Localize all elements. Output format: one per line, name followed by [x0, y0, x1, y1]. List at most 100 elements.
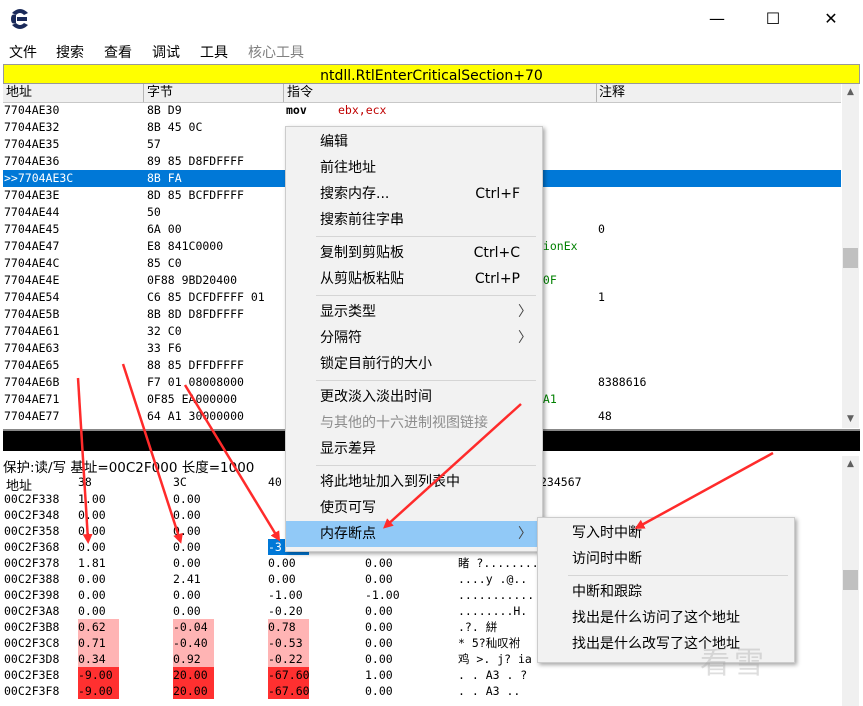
hex-value[interactable]: 2.41: [173, 571, 214, 587]
disasm-bytes: C6 85 DCFDFFFF 01: [147, 290, 265, 304]
disasm-address: 7704AE54: [4, 290, 60, 304]
maximize-button[interactable]: ☐: [750, 0, 796, 38]
menu-item[interactable]: 复制到剪贴板 Ctrl+C: [286, 240, 542, 266]
hex-value[interactable]: 0.00: [78, 571, 119, 587]
hex-value[interactable]: 1.00: [78, 491, 119, 507]
hex-value[interactable]: 0.92: [173, 651, 214, 667]
hex-value[interactable]: 0.00: [365, 651, 406, 667]
column-separator[interactable]: [596, 84, 597, 102]
minimize-button[interactable]: —: [694, 0, 740, 38]
hex-value[interactable]: -1.00: [268, 587, 309, 603]
hex-value[interactable]: 0.00: [268, 555, 309, 571]
column-header-bytes[interactable]: 字节: [147, 84, 173, 102]
hex-address: 00C2F3C8: [4, 636, 60, 650]
hex-value[interactable]: 0.00: [268, 571, 309, 587]
hex-value[interactable]: 0.00: [365, 635, 406, 651]
column-header-comment[interactable]: 注释: [599, 84, 625, 102]
hex-value[interactable]: -67.60: [268, 667, 310, 683]
menu-item[interactable]: 使页可写: [286, 495, 542, 521]
menu-tools[interactable]: 工具: [200, 42, 228, 62]
disasm-opcode: mov: [286, 103, 307, 117]
column-separator[interactable]: [143, 84, 144, 102]
hex-value[interactable]: 0.00: [173, 539, 214, 555]
menu-item[interactable]: 搜索前往字串: [286, 207, 542, 233]
hex-value[interactable]: 0.71: [78, 635, 119, 651]
hex-value[interactable]: -0.20: [268, 603, 309, 619]
hex-row[interactable]: 00C2F3F8 -9.00 20.00 -67.60 0.00 . . A3 ..: [3, 683, 841, 699]
menu-item[interactable]: 将此地址加入到列表中: [286, 469, 542, 495]
hex-value[interactable]: 0.00: [78, 539, 119, 555]
menu-item[interactable]: 中断和跟踪: [538, 579, 794, 605]
menu-item[interactable]: 访问时中断: [538, 546, 794, 572]
hex-value[interactable]: 0.00: [173, 507, 214, 523]
hex-value[interactable]: -9.00: [78, 667, 119, 683]
hex-value[interactable]: -67.60: [268, 683, 310, 699]
hex-value[interactable]: -1.00: [365, 587, 406, 603]
hex-value[interactable]: 1.00: [365, 667, 406, 683]
hex-value[interactable]: -0.22: [268, 651, 309, 667]
menu-core-tools[interactable]: 核心工具: [248, 42, 304, 62]
hex-value[interactable]: 0.00: [365, 555, 406, 571]
hex-value[interactable]: 0.00: [78, 507, 119, 523]
hexview-scrollbar[interactable]: ▲: [842, 456, 859, 706]
scroll-down-arrow-icon[interactable]: ▼: [842, 411, 859, 428]
hex-value[interactable]: -9.00: [78, 683, 119, 699]
hex-value[interactable]: 0.00: [173, 523, 214, 539]
hex-value[interactable]: 0.00: [365, 571, 406, 587]
column-header-address[interactable]: 地址: [6, 84, 32, 102]
hex-value[interactable]: -0.04: [173, 619, 214, 635]
hex-value[interactable]: 0.00: [173, 587, 214, 603]
hex-value[interactable]: -0.53: [268, 635, 309, 651]
column-separator[interactable]: [283, 84, 284, 102]
menu-item[interactable]: 从剪贴板粘贴 Ctrl+P: [286, 266, 542, 292]
hex-value[interactable]: 0.78: [268, 619, 309, 635]
close-button[interactable]: ✕: [808, 0, 854, 38]
submenu-arrow-icon: 〉: [518, 526, 532, 542]
menu-debug[interactable]: 调试: [152, 42, 180, 62]
hex-value[interactable]: 0.00: [365, 683, 406, 699]
menu-item[interactable]: 显示类型 〉: [286, 299, 542, 325]
hex-value[interactable]: 0.62: [78, 619, 119, 635]
menu-item[interactable]: 更改淡入淡出时间: [286, 384, 542, 410]
menu-view[interactable]: 查看: [104, 42, 132, 62]
disassembler-scrollbar[interactable]: ▲ ▼: [842, 84, 859, 428]
menu-item[interactable]: 内存断点 〉: [286, 521, 542, 547]
hex-value[interactable]: 0.00: [78, 587, 119, 603]
disasm-bytes: 57: [147, 137, 161, 151]
disasm-address: 7704AE4E: [4, 273, 60, 287]
menu-item[interactable]: 分隔符 〉: [286, 325, 542, 351]
scroll-up-arrow-icon[interactable]: ▲: [842, 456, 859, 473]
disasm-row[interactable]: 7704AE30 8B D9 mov ebx,ecx: [3, 102, 841, 119]
hex-value[interactable]: 1.81: [78, 555, 119, 571]
scrollbar-thumb[interactable]: [843, 570, 858, 590]
hex-value[interactable]: 0.00: [365, 619, 406, 635]
hex-value[interactable]: 0.00: [173, 555, 214, 571]
menu-item[interactable]: 找出是什么访问了这个地址: [538, 605, 794, 631]
hex-value[interactable]: -0.40: [173, 635, 214, 651]
hex-value[interactable]: 0.00: [365, 603, 406, 619]
scrollbar-thumb[interactable]: [843, 248, 858, 268]
hex-value[interactable]: 0.00: [78, 603, 119, 619]
hex-value[interactable]: 20.00: [173, 667, 214, 683]
scroll-up-arrow-icon[interactable]: ▲: [842, 84, 859, 101]
menu-item[interactable]: 前往地址: [286, 155, 542, 181]
menu-item[interactable]: 写入时中断: [538, 520, 794, 546]
menu-item[interactable]: 显示差异: [286, 436, 542, 462]
column-header-opcode[interactable]: 指令: [287, 84, 313, 102]
hex-address: 00C2F398: [4, 588, 60, 602]
menu-item[interactable]: 搜索内存... Ctrl+F: [286, 181, 542, 207]
hex-ascii: * 5?秈叹祔: [458, 636, 521, 650]
hex-value[interactable]: 0.00: [173, 491, 214, 507]
menu-search[interactable]: 搜索: [56, 42, 84, 62]
menu-item-label: 分隔符: [320, 330, 362, 346]
hex-value[interactable]: 20.00: [173, 683, 214, 699]
disasm-bytes: 0F85 EA000000: [147, 392, 238, 406]
menu-file[interactable]: 文件: [9, 42, 37, 62]
menu-item-label: 显示差异: [320, 441, 376, 457]
menu-item[interactable]: 锁定目前行的大小: [286, 351, 542, 377]
menu-item-shortcut: Ctrl+P: [474, 271, 520, 287]
hex-value[interactable]: 0.34: [78, 651, 119, 667]
hex-value[interactable]: 0.00: [78, 523, 119, 539]
hex-value[interactable]: 0.00: [173, 603, 214, 619]
menu-item[interactable]: 编辑: [286, 129, 542, 155]
